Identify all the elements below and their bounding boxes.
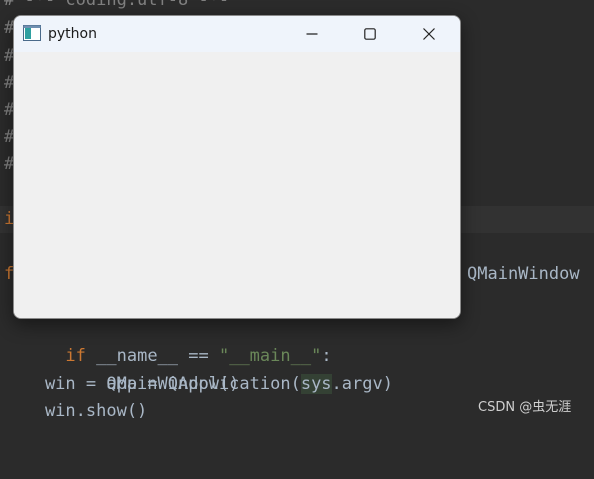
- code-text: win = QMainWindow(): [4, 374, 240, 394]
- python-window[interactable]: python: [13, 15, 461, 319]
- code-text: win.show(): [4, 401, 148, 421]
- code-line-win: win = QMainWindow(): [0, 371, 594, 398]
- code-line-main-check: if __name__ == "__main__":: [0, 316, 594, 366]
- code-line-app: app = QApplication(sys.argv): [0, 344, 594, 394]
- code-text: # -*- coding:utf-8 -*-: [4, 0, 230, 10]
- window-title: python: [48, 26, 97, 42]
- minimize-icon: [306, 33, 318, 35]
- minimize-button[interactable]: [289, 16, 335, 52]
- app-window-icon: [23, 25, 41, 41]
- close-button[interactable]: [406, 16, 452, 52]
- window-client-area[interactable]: [14, 52, 460, 318]
- code-line-1: # -*- coding:utf-8 -*-: [0, 0, 594, 14]
- title-bar[interactable]: python: [14, 16, 460, 52]
- maximize-button[interactable]: [347, 16, 393, 52]
- code-text-qmainwindow: QMainWindow: [467, 264, 580, 284]
- maximize-icon: [364, 28, 376, 40]
- close-icon: [423, 28, 435, 40]
- watermark: CSDN @虫无涯: [478, 400, 572, 415]
